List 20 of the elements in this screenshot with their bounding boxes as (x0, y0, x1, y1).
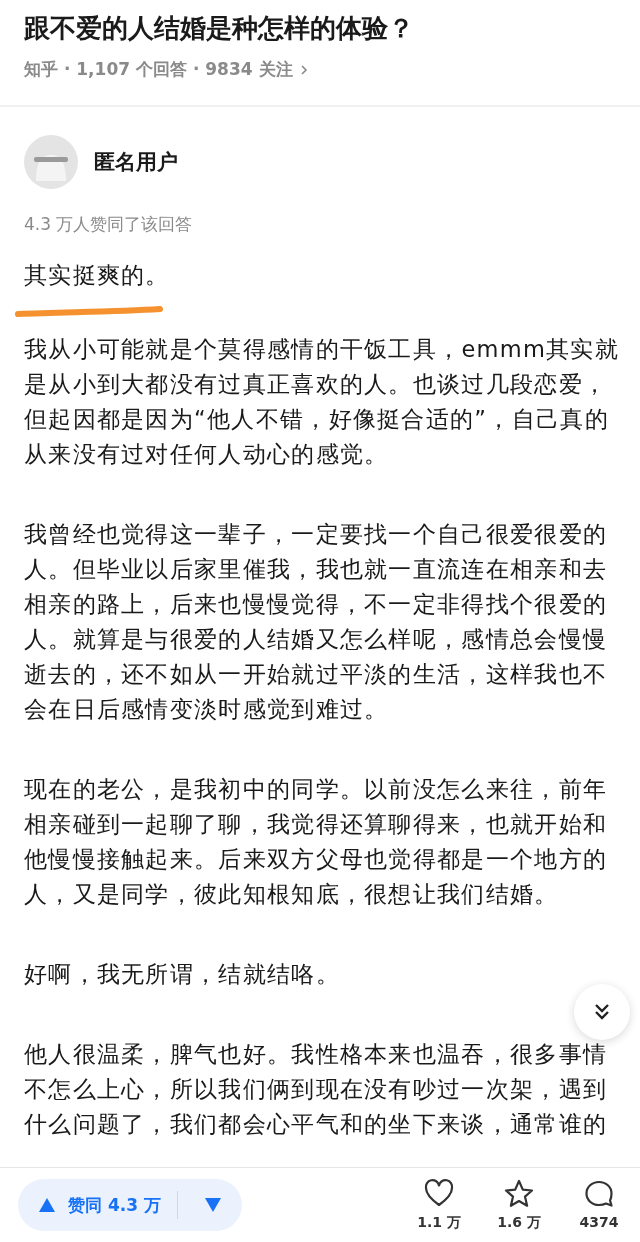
up-triangle-icon (38, 1197, 56, 1213)
answer-lead: 其实挺爽的。 (24, 261, 170, 290)
upvote-summary: 4.3 万人赞同了该回答 (24, 213, 194, 236)
answer-paragraph: 好啊，我无所谓，结就结咯。 (24, 960, 340, 989)
answer-paragraph: 我曾经也觉得这一辈子，一定要找一个自己很爱很爱的 人。但毕业以后家里催我，我也就一直流连在相亲和去 相亲的路上，后来也慢慢觉得，不一定非得找个很爱的 人。就算是与很爱的人结婚又怎么样呢，感情总会慢慢 逝去的，还不如从一开始就过平淡的生活，这样我也不 会在日后感情变淡时感觉到难过。 (24, 520, 608, 724)
answer-paragraph: 现在的老公，是我初中的同学。以前没怎么来往，前年 相亲碰到一起聊了聊，我觉得还算聊得来，也就开始和 他慢慢接触起来。后来双方父母也觉得都是一个地方的 人，又是同学，彼此知根知底，很想让我们结婚。 (24, 775, 608, 909)
chevron-icon (298, 62, 309, 77)
favorite-button[interactable]: 1.6 万 (496, 1178, 542, 1232)
avatar-icon[interactable] (24, 135, 78, 189)
comment-icon (583, 1178, 615, 1210)
down-triangle-icon[interactable] (203, 1197, 222, 1213)
answer-paragraph: 他人很温柔，脾气也好。我性格本来也温吞，很多事情 不怎么上心，所以我们俩到现在没有吵过一次架，遇到 什么问题了，我们都会心平气和的坐下来谈，通常谁的 (24, 1040, 608, 1139)
author-name[interactable]: 匿名用户 (94, 148, 178, 176)
answer-paragraph: 我从小可能就是个莫得感情的干饭工具，emmm其实就 是从小到大都没有过真正喜欢的人。也谈过几段恋爱， 但起因都是因为“他人不错，好像挺合适的”，自己真的 从来没有过对任何人动心的感觉。 (24, 335, 620, 469)
star-icon (503, 1178, 535, 1210)
question-title: 跟不爱的人结婚是种怎样的体验？ (24, 12, 415, 45)
comment-button[interactable]: 4374 (576, 1178, 622, 1232)
upvote-button[interactable]: 赞同 4.3 万 (18, 1179, 242, 1231)
like-button[interactable]: 1.1 万 (416, 1178, 462, 1232)
expand-button[interactable] (574, 984, 630, 1040)
